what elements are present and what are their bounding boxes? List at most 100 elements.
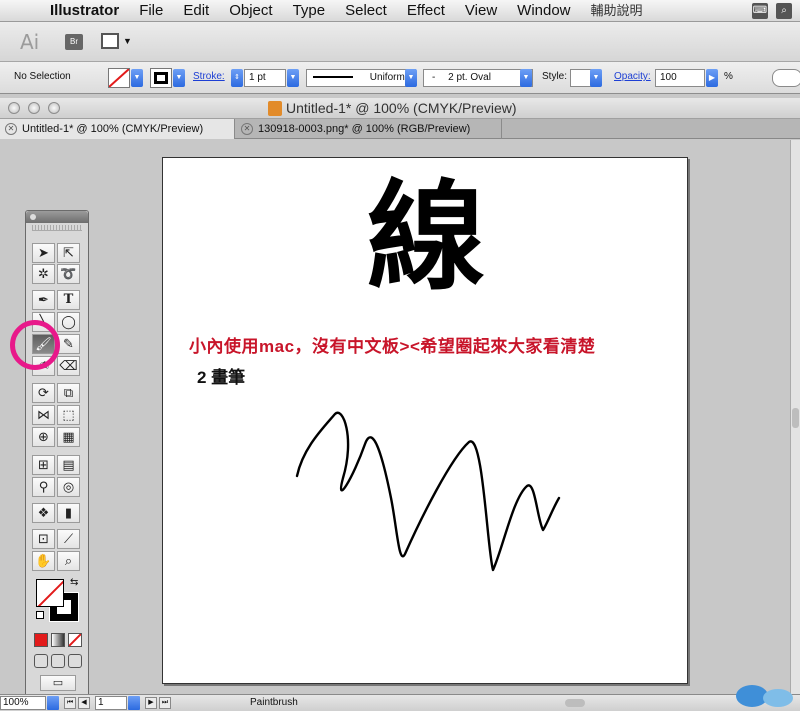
control-bar: No Selection ▼ ▼ Stroke: ⇕ 1 pt ▼ Unifor… (0, 62, 800, 94)
column-graph-tool-icon[interactable]: ▮ (57, 503, 80, 523)
menu-effect[interactable]: Effect (397, 0, 455, 22)
chevron-down-icon[interactable]: ▼ (123, 36, 132, 46)
menu-select[interactable]: Select (335, 0, 397, 22)
menu-file[interactable]: File (129, 0, 173, 22)
eyedropper-tool-icon[interactable]: ⚲ (32, 477, 55, 497)
close-panel-icon[interactable] (30, 214, 36, 220)
profile-label: Uniform (369, 72, 405, 83)
menu-object[interactable]: Object (219, 0, 282, 22)
direct-selection-tool-icon[interactable]: ⇱ (57, 243, 80, 263)
eraser-tool-icon[interactable]: ⌫ (57, 356, 80, 376)
variable-width-profile-select[interactable]: Uniform (306, 69, 416, 87)
panel-grip[interactable] (32, 225, 82, 231)
shape-builder-tool-icon[interactable]: ⊕ (32, 427, 55, 447)
opacity-field[interactable]: 100 (655, 69, 705, 87)
stroke-swatch[interactable] (150, 68, 172, 88)
arrange-documents-button[interactable] (101, 33, 119, 49)
slice-tool-icon[interactable]: ⟋ (57, 529, 80, 549)
scale-tool-icon[interactable]: ⧉ (57, 383, 80, 403)
stroke-dropdown-button[interactable]: ▼ (173, 69, 185, 87)
bridge-button[interactable]: Br (65, 34, 83, 50)
selection-tool-icon[interactable]: ➤ (32, 243, 55, 263)
current-tool-label: Paintbrush (250, 697, 298, 708)
percent-label: % (724, 71, 733, 82)
zoom-level-field[interactable]: 100% (0, 696, 46, 710)
style-dropdown-button[interactable]: ▼ (590, 69, 602, 87)
fill-color-box[interactable] (36, 579, 64, 607)
default-colors-icon[interactable] (36, 611, 44, 619)
symbol-sprayer-tool-icon[interactable]: ❖ (32, 503, 55, 523)
minimize-window-button[interactable] (28, 102, 40, 114)
menu-illustrator[interactable]: Illustrator (40, 0, 129, 22)
menu-help[interactable]: 輔助說明 (581, 0, 653, 22)
free-transform-tool-icon[interactable]: ⬚ (57, 405, 80, 425)
tools-panel-header[interactable] (26, 211, 88, 223)
search-field[interactable] (772, 69, 800, 87)
close-icon[interactable]: ✕ (5, 123, 17, 135)
brush-definition-select[interactable]: - 2 pt. Oval (423, 69, 533, 87)
opacity-arrow-button[interactable]: ▶ (706, 69, 718, 87)
draw-normal-icon[interactable] (34, 654, 48, 668)
pen-tool-icon[interactable]: ✒ (32, 290, 55, 310)
opacity-link[interactable]: Opacity: (614, 71, 651, 82)
artboard[interactable]: 線 小內使用mac，沒有中文板><希望圈起來大家看清楚 2 畫筆 (162, 157, 688, 684)
perspective-grid-tool-icon[interactable]: ▦ (57, 427, 80, 447)
ellipse-tool-icon[interactable]: ◯ (57, 312, 80, 332)
blend-tool-icon[interactable]: ◎ (57, 477, 80, 497)
draw-behind-icon[interactable] (51, 654, 65, 668)
next-artboard-button[interactable]: ▶ (145, 697, 157, 709)
last-artboard-button[interactable]: ⏭ (159, 697, 171, 709)
paintbrush-stroke[interactable] (283, 398, 583, 578)
none-mode-icon[interactable] (68, 633, 82, 647)
color-mode-icon[interactable] (34, 633, 48, 647)
stroke-link[interactable]: Stroke: (193, 71, 225, 82)
brush-dash: - (432, 72, 436, 83)
zoom-window-button[interactable] (48, 102, 60, 114)
stroke-weight-stepper[interactable]: ⇕ (231, 69, 243, 87)
menu-type[interactable]: Type (283, 0, 336, 22)
input-method-icon[interactable]: ⌨ (752, 3, 768, 19)
draw-inside-icon[interactable] (68, 654, 82, 668)
horizontal-scroll-thumb[interactable] (565, 699, 585, 707)
profile-dropdown-button[interactable]: ▼ (405, 69, 417, 87)
previous-artboard-button[interactable]: ◀ (78, 697, 90, 709)
lasso-tool-icon[interactable]: ➰ (57, 264, 80, 284)
close-icon[interactable]: ✕ (241, 123, 253, 135)
gradient-tool-icon[interactable]: ▤ (57, 455, 80, 475)
menu-edit[interactable]: Edit (173, 0, 219, 22)
brush-dropdown-button[interactable]: ▼ (520, 69, 532, 87)
zoom-dropdown-button[interactable] (47, 696, 59, 710)
fill-dropdown-button[interactable]: ▼ (131, 69, 143, 87)
first-artboard-button[interactable]: ⏮ (64, 697, 76, 709)
hand-tool-icon[interactable]: ✋ (32, 551, 55, 571)
stroke-weight-dropdown[interactable]: ▼ (287, 69, 299, 87)
tab-png[interactable]: ✕ 130918-0003.png* @ 100% (RGB/Preview) (236, 119, 502, 139)
scroll-thumb[interactable] (792, 408, 799, 428)
stroke-weight-field[interactable]: 1 pt (244, 69, 286, 87)
artboard-dropdown-button[interactable] (128, 696, 140, 710)
menu-window[interactable]: Window (507, 0, 580, 22)
canvas-area[interactable]: 線 小內使用mac，沒有中文板><希望圈起來大家看清楚 2 畫筆 (0, 140, 790, 694)
status-bar: 100% ⏮ ◀ 1 ▶ ⏭ Paintbrush (0, 694, 800, 711)
pencil-tool-icon[interactable]: ✎ (57, 334, 80, 354)
swap-fill-stroke-icon[interactable]: ⇆ (70, 577, 78, 588)
ai-logo: Ai (20, 30, 40, 54)
close-window-button[interactable] (8, 102, 20, 114)
artboard-number-field[interactable]: 1 (95, 696, 127, 710)
type-tool-icon[interactable]: T (57, 290, 80, 310)
mesh-tool-icon[interactable]: ⊞ (32, 455, 55, 475)
tab-untitled[interactable]: ✕ Untitled-1* @ 100% (CMYK/Preview) (0, 119, 235, 139)
change-screen-mode-icon[interactable]: ▭ (40, 675, 76, 691)
vertical-scrollbar[interactable] (790, 140, 800, 694)
fill-swatch[interactable] (108, 68, 130, 88)
artboard-tool-icon[interactable]: ⊡ (32, 529, 55, 549)
style-swatch[interactable] (570, 69, 592, 87)
width-tool-icon[interactable]: ⋈ (32, 405, 55, 425)
rotate-tool-icon[interactable]: ⟳ (32, 383, 55, 403)
magic-wand-tool-icon[interactable]: ✲ (32, 264, 55, 284)
zoom-tool-icon[interactable]: ⌕ (57, 551, 80, 571)
gradient-mode-icon[interactable] (51, 633, 65, 647)
tools-panel: ➤ ⇱ ✲ ➰ ✒ T ╲ ◯ 🖌 ✎ ✍ ⌫ ⟳ ⧉ ⋈ ⬚ ⊕ ▦ ⊞ ▤ … (10, 210, 89, 696)
spotlight-icon[interactable]: ⌕ (776, 3, 792, 19)
menu-view[interactable]: View (455, 0, 507, 22)
